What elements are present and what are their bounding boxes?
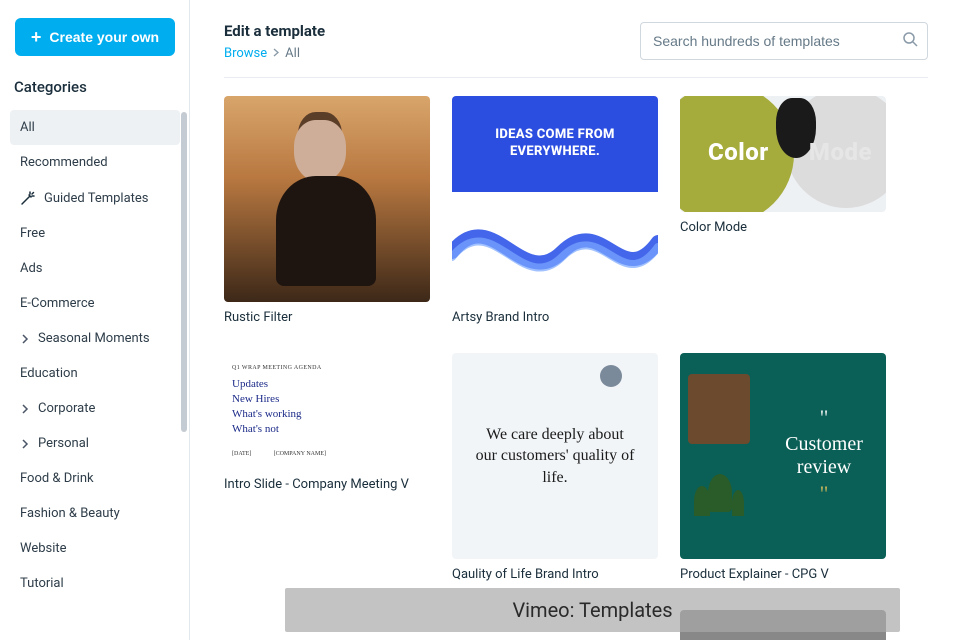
breadcrumb-browse[interactable]: Browse	[224, 46, 267, 61]
divider	[224, 77, 928, 78]
template-card-rustic-filter[interactable]: Rustic Filter	[224, 96, 430, 325]
breadcrumb: Browse All	[224, 46, 325, 61]
template-thumbnail: Color Mode	[680, 96, 886, 212]
template-title: Rustic Filter	[224, 310, 430, 325]
divider	[189, 0, 190, 640]
template-title: Qaulity of Life Brand Intro	[452, 567, 658, 582]
categories-heading: Categories	[14, 78, 176, 96]
chevron-right-icon	[20, 334, 30, 344]
plus-icon: +	[31, 28, 42, 46]
category-list: All Recommended Guided Templates Free Ad…	[10, 110, 180, 601]
page-title: Edit a template	[224, 22, 325, 40]
sidebar-item-recommended[interactable]: Recommended	[10, 145, 180, 180]
thumb-text: IDEAS COME FROM EVERYWHERE.	[452, 96, 658, 192]
sidebar-item-free[interactable]: Free	[10, 216, 180, 251]
search-icon	[902, 31, 918, 51]
sidebar-item-ads[interactable]: Ads	[10, 251, 180, 286]
template-card-color-mode[interactable]: Color Mode Color Mode	[680, 96, 886, 325]
quote-open-icon: "	[820, 405, 829, 431]
caption-overlay: Vimeo: Templates	[285, 588, 900, 632]
template-card-quality-of-life[interactable]: We care deeply about our customers' qual…	[452, 353, 658, 582]
template-card-intro-slide[interactable]: Q1 WRAP MEETING AGENDA Updates New Hires…	[224, 353, 430, 582]
sidebar-item-fashion-beauty[interactable]: Fashion & Beauty	[10, 496, 180, 531]
search-container	[640, 22, 928, 60]
sidebar-item-education[interactable]: Education	[10, 356, 180, 391]
chevron-right-icon	[273, 46, 279, 61]
template-thumbnail: IDEAS COME FROM EVERYWHERE.	[452, 96, 658, 302]
breadcrumb-current: All	[285, 46, 300, 61]
thumb-text: We care deeply about our customers' qual…	[474, 424, 636, 489]
sidebar-item-ecommerce[interactable]: E-Commerce	[10, 286, 180, 321]
template-grid: Rustic Filter IDEAS COME FROM EVERYWHERE…	[224, 96, 928, 640]
template-title: Intro Slide - Company Meeting V	[224, 477, 430, 492]
create-your-own-button[interactable]: + Create your own	[15, 18, 175, 56]
sidebar: + Create your own Categories All Recomme…	[0, 0, 190, 640]
template-card-artsy-brand-intro[interactable]: IDEAS COME FROM EVERYWHERE. Artsy Brand …	[452, 96, 658, 325]
quote-close-icon: "	[820, 481, 829, 507]
sidebar-item-seasonal-moments[interactable]: Seasonal Moments	[10, 321, 180, 356]
sidebar-item-food-drink[interactable]: Food & Drink	[10, 461, 180, 496]
thumb-text: Mode	[809, 138, 872, 166]
main-content: Edit a template Browse All Rustic Filter	[190, 0, 960, 640]
sidebar-item-all[interactable]: All	[10, 110, 180, 145]
thumb-text: Color	[708, 138, 769, 166]
template-card-product-explainer[interactable]: " Customer review " Product Explainer - …	[680, 353, 886, 582]
template-thumbnail: We care deeply about our customers' qual…	[452, 353, 658, 559]
template-title: Color Mode	[680, 220, 886, 235]
sidebar-item-guided-templates[interactable]: Guided Templates	[10, 180, 180, 216]
template-thumbnail	[224, 96, 430, 302]
wave-graphic	[452, 192, 658, 302]
template-thumbnail: " Customer review "	[680, 353, 886, 559]
chevron-right-icon	[20, 404, 30, 414]
sidebar-item-tutorial[interactable]: Tutorial	[10, 566, 180, 601]
sidebar-item-website[interactable]: Website	[10, 531, 180, 566]
chevron-right-icon	[20, 439, 30, 449]
template-thumbnail: Q1 WRAP MEETING AGENDA Updates New Hires…	[224, 353, 430, 469]
thumb-text: Customer review	[774, 433, 874, 479]
wand-icon	[20, 190, 36, 206]
sidebar-scrollbar[interactable]	[181, 112, 187, 432]
sidebar-item-corporate[interactable]: Corporate	[10, 391, 180, 426]
template-title: Artsy Brand Intro	[452, 310, 658, 325]
template-title: Product Explainer - CPG V	[680, 567, 886, 582]
create-label: Create your own	[49, 29, 159, 45]
search-input[interactable]	[640, 22, 928, 60]
sidebar-item-personal[interactable]: Personal	[10, 426, 180, 461]
